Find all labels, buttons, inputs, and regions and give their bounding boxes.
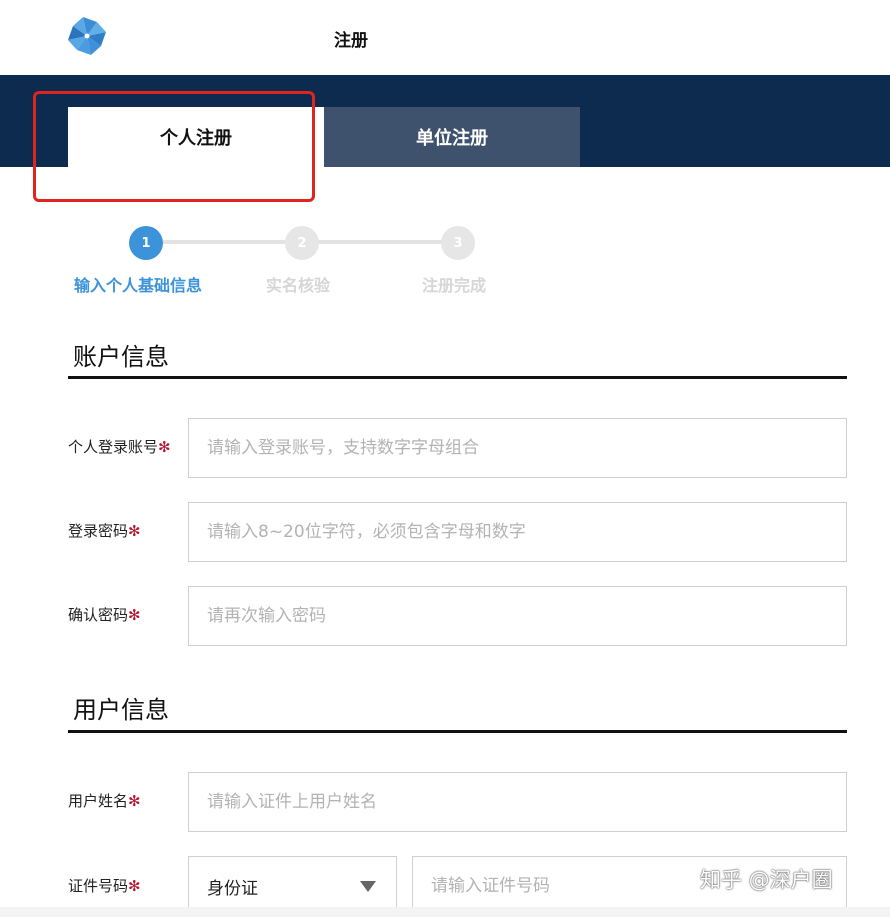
login-password-label-text: 登录密码 — [68, 522, 129, 540]
highlight-annotation-box — [33, 91, 315, 202]
login-password-label: 登录密码✻ — [68, 520, 141, 541]
login-account-input[interactable] — [188, 418, 847, 478]
section-divider — [68, 730, 847, 733]
user-section-title: 用户信息 — [73, 696, 169, 724]
step-3-label: 注册完成 — [422, 276, 487, 295]
id-number-label-text: 证件号码 — [68, 877, 129, 895]
user-name-input[interactable] — [188, 772, 847, 832]
step-connector — [163, 240, 287, 244]
step-2-label: 实名核验 — [266, 276, 331, 295]
login-account-label: 个人登录账号✻ — [68, 436, 171, 457]
section-divider — [68, 376, 847, 379]
confirm-password-label-text: 确认密码 — [68, 606, 129, 624]
required-asterisk-icon: ✻ — [128, 792, 141, 810]
login-account-label-text: 个人登录账号 — [68, 438, 159, 456]
id-number-label: 证件号码✻ — [68, 875, 141, 896]
tab-unit-registration[interactable]: 单位注册 — [324, 107, 580, 167]
dropdown-arrow-icon — [360, 881, 376, 892]
top-header: 注册 — [0, 0, 890, 75]
required-asterisk-icon: ✻ — [128, 877, 141, 895]
page-title: 注册 — [334, 31, 368, 51]
step-1-label: 输入个人基础信息 — [74, 276, 203, 295]
step-3-circle: 3 — [441, 226, 475, 260]
required-asterisk-icon: ✻ — [128, 522, 141, 540]
required-asterisk-icon: ✻ — [158, 438, 171, 456]
login-password-input[interactable] — [188, 502, 847, 562]
required-asterisk-icon: ✻ — [128, 606, 141, 624]
pinwheel-logo-icon — [68, 17, 106, 55]
step-2-circle: 2 — [285, 226, 319, 260]
confirm-password-label: 确认密码✻ — [68, 604, 141, 625]
watermark-text: 知乎 @深户圈 — [700, 868, 833, 892]
user-name-label: 用户姓名✻ — [68, 790, 141, 811]
bottom-strip — [0, 907, 890, 917]
id-type-selected-value: 身份证 — [207, 878, 258, 899]
user-name-label-text: 用户姓名 — [68, 792, 129, 810]
confirm-password-input[interactable] — [188, 586, 847, 646]
step-connector — [318, 240, 444, 244]
step-1-circle: 1 — [129, 226, 163, 260]
account-section-title: 账户信息 — [73, 343, 169, 371]
